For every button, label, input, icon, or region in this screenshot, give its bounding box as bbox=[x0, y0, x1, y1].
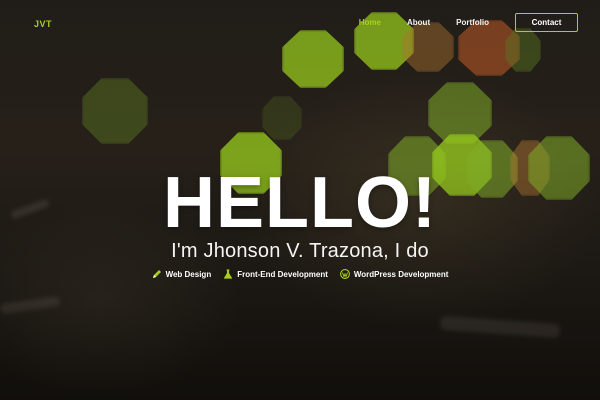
skill-item-wordpress: WordPress Development bbox=[339, 269, 449, 279]
contact-button[interactable]: Contact bbox=[515, 13, 578, 32]
flask-icon bbox=[224, 269, 233, 279]
hero-section: JVT Home About Portfolio Contact HELLO! … bbox=[0, 0, 600, 400]
nav-link-portfolio[interactable]: Portfolio bbox=[456, 18, 489, 27]
main-navigation: Home About Portfolio Contact bbox=[359, 13, 578, 32]
nav-link-home[interactable]: Home bbox=[359, 18, 381, 27]
skill-item-front-end: Front-End Development bbox=[223, 269, 328, 279]
pen-icon bbox=[152, 270, 161, 278]
wordpress-icon bbox=[339, 269, 350, 279]
skills-list: Web Design Front-End Development WordPre… bbox=[0, 269, 600, 279]
hero-headline: HELLO! bbox=[163, 163, 437, 243]
nav-link-about[interactable]: About bbox=[407, 18, 430, 27]
skill-label: Web Design bbox=[165, 269, 212, 279]
hero-intro: I'm Jhonson V. Trazona, I do bbox=[171, 240, 429, 262]
site-logo[interactable]: JVT bbox=[34, 19, 52, 29]
skill-item-web-design: Web Design bbox=[152, 269, 212, 279]
skill-label: WordPress Development bbox=[353, 269, 449, 279]
skill-label: Front-End Development bbox=[237, 269, 328, 279]
